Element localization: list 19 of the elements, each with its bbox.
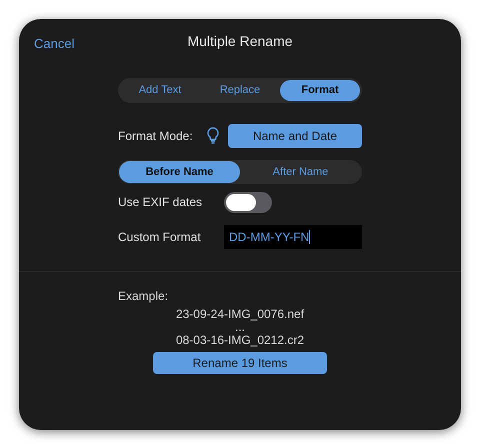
format-mode-button[interactable]: Name and Date [228,124,362,148]
segment[interactable]: After Name [240,161,361,183]
exif-label: Use EXIF dates [118,194,204,211]
exif-toggle[interactable] [224,192,272,212]
example-filename: 08-03-16-IMG_0212.cr2 [176,334,304,347]
segment[interactable]: Before Name [119,161,240,183]
custom-format-field[interactable]: DD-MM-YY-FN [224,225,362,249]
example-label: Example: [118,289,168,303]
lightbulb-icon [207,127,219,145]
tab[interactable]: Format [280,80,360,101]
format-mode-label: Format Mode: [118,128,194,145]
cancel-button[interactable]: Cancel [34,34,74,54]
example-filename: 23-09-24-IMG_0076.nef [176,308,304,321]
custom-format-label: Custom Format [118,229,202,246]
rename-button[interactable]: Rename 19 Items [153,352,327,374]
tab[interactable]: Add Text [120,80,200,101]
tab[interactable]: Replace [200,80,280,101]
example-filename: ... [234,321,245,334]
dialog-title: Multiple Rename [187,32,293,51]
